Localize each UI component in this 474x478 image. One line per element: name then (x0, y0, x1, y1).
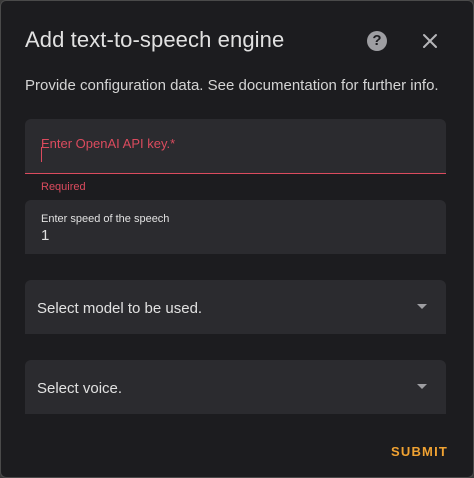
voice-select-label: Select voice. (37, 380, 123, 397)
close-icon[interactable] (419, 30, 441, 52)
help-icon[interactable]: ? (367, 31, 387, 51)
dialog-title: Add text-to-speech engine (25, 27, 285, 52)
speech-speed-field[interactable]: Enter speed of the speech 1 (25, 200, 446, 254)
add-tts-engine-dialog: Add text-to-speech engine ? Provide conf… (0, 0, 474, 478)
speech-speed-value: 1 (41, 227, 50, 244)
model-select-label: Select model to be used. (37, 300, 203, 317)
dialog-description: Provide configuration data. See document… (25, 77, 439, 94)
chevron-down-icon (417, 304, 427, 309)
api-key-label: Enter OpenAI API key.* (41, 136, 176, 151)
chevron-down-icon (417, 384, 427, 389)
submit-button[interactable]: SUBMIT (391, 444, 448, 459)
voice-select[interactable]: Select voice. (25, 360, 446, 414)
api-key-error: Required (41, 181, 86, 193)
speech-speed-label: Enter speed of the speech (41, 213, 170, 225)
model-select[interactable]: Select model to be used. (25, 280, 446, 334)
api-key-field[interactable]: Enter OpenAI API key.* (25, 119, 446, 174)
text-cursor (41, 147, 42, 162)
